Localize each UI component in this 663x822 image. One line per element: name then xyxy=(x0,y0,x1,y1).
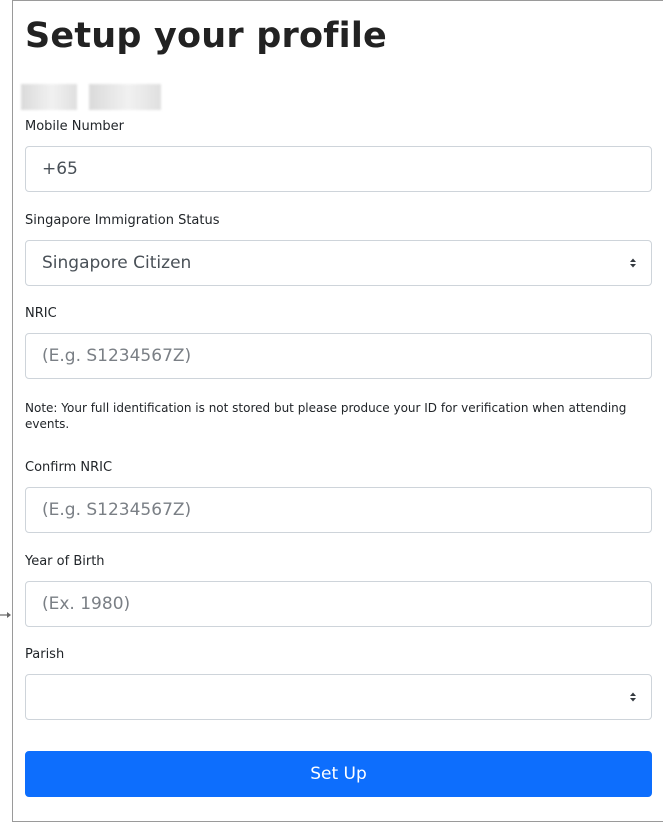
nric-input[interactable] xyxy=(25,333,652,379)
year-of-birth-label: Year of Birth xyxy=(25,554,105,569)
confirm-nric-label: Confirm NRIC xyxy=(25,460,113,475)
set-up-button[interactable]: Set Up xyxy=(25,751,652,797)
year-of-birth-input[interactable] xyxy=(25,581,652,627)
caret-up-down-icon xyxy=(630,258,636,268)
mobile-number-label: Mobile Number xyxy=(25,119,124,134)
page-title: Setup your profile xyxy=(25,16,387,56)
immigration-status-label: Singapore Immigration Status xyxy=(25,213,220,228)
parish-select[interactable] xyxy=(25,674,652,720)
arrow-right-icon xyxy=(0,612,11,618)
caret-up-down-icon xyxy=(630,692,636,702)
redacted-name-part-2 xyxy=(89,84,161,110)
redacted-name-part-1 xyxy=(21,84,77,110)
identification-note: Note: Your full identification is not st… xyxy=(25,401,627,432)
confirm-nric-input[interactable] xyxy=(25,487,652,533)
nric-label: NRIC xyxy=(25,306,57,321)
immigration-status-select[interactable]: Singapore Citizen xyxy=(25,240,652,286)
mobile-number-input[interactable] xyxy=(25,146,652,192)
immigration-status-value: Singapore Citizen xyxy=(42,253,192,273)
parish-label: Parish xyxy=(25,647,65,662)
profile-setup-panel: Setup your profile Mobile Number Singapo… xyxy=(12,0,663,822)
